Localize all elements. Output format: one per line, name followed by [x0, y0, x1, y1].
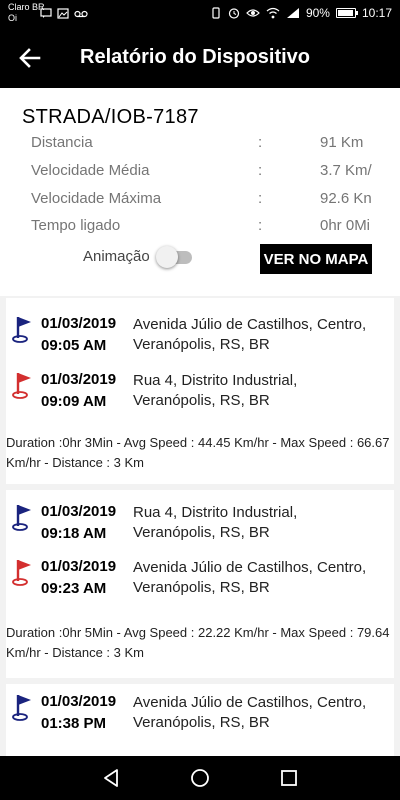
trip-time: 09:18 AM: [41, 525, 107, 542]
trip-date: 01/03/2019: [41, 503, 117, 520]
clock: 10:17: [361, 6, 392, 20]
start-flag-icon: [12, 695, 31, 721]
toggle-thumb: [156, 246, 178, 268]
trip-card[interactable]: 01/03/2019 09:05 AM Avenida Júlio de Cas…: [6, 298, 394, 484]
trip-start: 01/03/2019 01:38 PM Avenida Júlio de Cas…: [6, 690, 394, 740]
voicemail-icon: [74, 10, 88, 17]
back-button[interactable]: [14, 43, 46, 73]
stat-value: 91 Km: [320, 134, 364, 151]
trip-summary: Duration :0hr 3Min - Avg Speed : 44.45 K…: [6, 435, 390, 470]
trip-date: 01/03/2019: [41, 315, 117, 332]
start-flag-icon: [12, 317, 31, 343]
trip-time: 01:38 PM: [41, 715, 107, 732]
stat-label: Velocidade Média: [31, 162, 150, 179]
device-name: STRADA/IOB-7187: [22, 106, 199, 128]
trip-card[interactable]: 01/03/2019 01:38 PM Avenida Júlio de Cas…: [6, 684, 394, 756]
stat-value: 92.6 Kn: [320, 190, 372, 207]
trip-date: 01/03/2019: [41, 693, 117, 710]
trip-time: 09:05 AM: [41, 337, 107, 354]
photo-icon: [57, 8, 69, 19]
trip-address: Rua 4, Distrito Industrial, Veranópolis,…: [133, 504, 298, 541]
signal-icon: [286, 8, 299, 18]
stat-row-avg-speed: Velocidade Média : 3.7 Km/: [31, 162, 400, 188]
home-circle-icon[interactable]: [188, 766, 212, 790]
animation-label: Animação: [83, 248, 150, 265]
animation-toggle[interactable]: [156, 245, 194, 269]
app-bar: Relatório do Dispositivo: [0, 28, 400, 88]
trip-card[interactable]: 01/03/2019 09:18 AM Rua 4, Distrito Indu…: [6, 490, 394, 678]
trip-address: Rua 4, Distrito Industrial, Veranópolis,…: [133, 372, 298, 409]
stat-value: 0hr 0Mi: [320, 217, 371, 234]
system-icons: 90% 10:17: [210, 6, 392, 20]
trip-address: Avenida Júlio de Castilhos, Centro, Vera…: [133, 316, 367, 353]
stat-row-time-on: Tempo ligado : 0hr 0Mi: [31, 217, 400, 243]
stat-label: Tempo ligado: [31, 217, 121, 234]
notification-icons: [40, 8, 88, 19]
stat-value: 3.7 Km/: [320, 162, 372, 179]
stat-row-max-speed: Velocidade Máxima : 92.6 Kn: [31, 190, 400, 216]
stat-label: Distancia: [31, 134, 93, 151]
navigation-bar: [0, 756, 400, 800]
page-title: Relatório do Dispositivo: [80, 46, 311, 68]
trip-start: 01/03/2019 09:05 AM Avenida Júlio de Cas…: [6, 312, 394, 362]
stat-separator: :: [258, 217, 263, 234]
stat-separator: :: [258, 190, 263, 207]
start-flag-icon: [12, 505, 31, 531]
trip-date: 01/03/2019: [41, 558, 117, 575]
sms-icon: [40, 8, 52, 18]
trip-list[interactable]: 01/03/2019 09:05 AM Avenida Júlio de Cas…: [0, 296, 400, 756]
trip-address: Avenida Júlio de Castilhos, Centro, Vera…: [133, 559, 367, 596]
eye-icon: [246, 9, 260, 17]
stat-label: Velocidade Máxima: [31, 190, 162, 207]
trip-time: 09:09 AM: [41, 393, 107, 410]
trip-address: Avenida Júlio de Castilhos, Centro, Vera…: [133, 694, 367, 731]
trip-end: 01/03/2019 09:23 AM Avenida Júlio de Cas…: [6, 555, 394, 605]
trip-time: 09:23 AM: [41, 580, 107, 597]
battery-percent: 90%: [305, 6, 330, 20]
status-bar: Claro BR Oi 90% 10:17: [0, 0, 400, 28]
stat-separator: :: [258, 162, 263, 179]
recents-square-icon[interactable]: [277, 766, 301, 790]
trip-summary: Duration :0hr 5Min - Avg Speed : 22.22 K…: [6, 625, 390, 660]
view-on-map-button[interactable]: VER NO MAPA: [260, 244, 372, 274]
trip-end: 01/03/2019 09:09 AM Rua 4, Distrito Indu…: [6, 368, 394, 418]
wifi-icon: [266, 7, 280, 19]
device-summary: STRADA/IOB-7187 Distancia : 91 Km Veloci…: [0, 88, 400, 296]
end-flag-icon: [12, 560, 31, 586]
back-triangle-icon[interactable]: [100, 766, 124, 790]
battery-icon: [335, 8, 358, 18]
screen: Claro BR Oi 90% 10:17 Relatório do Dispo…: [0, 0, 400, 800]
trip-date: 01/03/2019: [41, 371, 117, 388]
stat-row-distance: Distancia : 91 Km: [31, 134, 400, 160]
trip-start: 01/03/2019 09:18 AM Rua 4, Distrito Indu…: [6, 500, 394, 550]
alarm-icon: [228, 8, 240, 19]
arrow-left-icon: [19, 48, 41, 68]
stat-separator: :: [258, 134, 263, 151]
end-flag-icon: [12, 373, 31, 399]
vibrate-icon: [212, 7, 220, 19]
